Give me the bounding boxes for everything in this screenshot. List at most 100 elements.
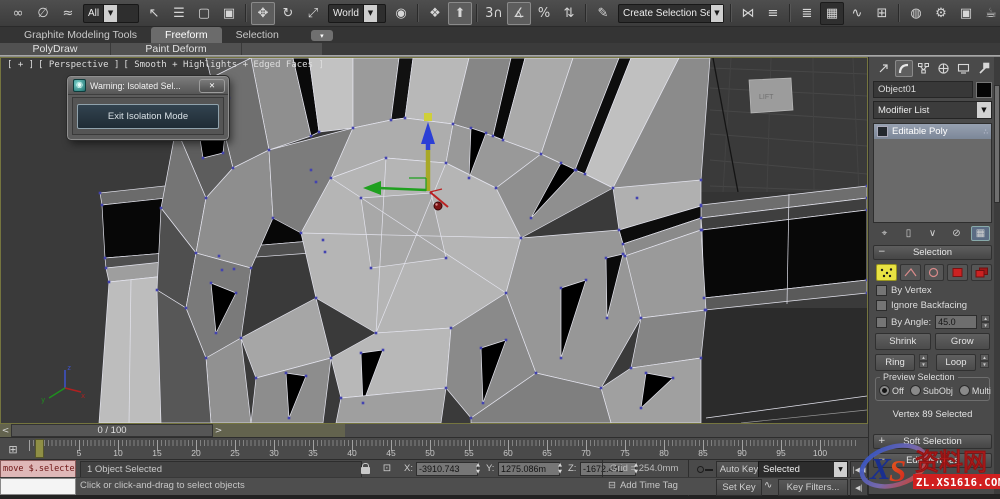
mesh-vertex[interactable] <box>231 166 235 170</box>
mesh-vertex[interactable] <box>865 291 867 295</box>
modifier-stack[interactable]: Editable Poly ∴ <box>873 123 992 223</box>
exit-isolation-mode-button[interactable]: Exit Isolation Mode <box>77 103 219 129</box>
utilities-tab-icon[interactable] <box>974 60 992 77</box>
scrollbar-thumb[interactable] <box>994 85 1000 203</box>
mesh-vertex[interactable] <box>287 416 291 420</box>
ignore-backfacing-checkbox[interactable] <box>876 300 887 311</box>
mesh-vertex[interactable] <box>329 176 333 180</box>
angle-value-field[interactable]: 45.0 <box>935 315 978 329</box>
mesh-vertex[interactable] <box>699 178 703 182</box>
mesh-vertex[interactable] <box>204 356 208 360</box>
mirror-icon[interactable]: ⋈ <box>736 2 760 25</box>
mesh-vertex[interactable] <box>702 296 706 300</box>
set-keys-icon[interactable] <box>697 466 713 474</box>
create-tab-icon[interactable] <box>875 60 893 77</box>
subtab-polydraw[interactable]: PolyDraw <box>0 43 111 55</box>
viewport-menu-plus[interactable]: [ + ] <box>7 60 34 70</box>
mesh-vertex[interactable] <box>194 251 198 255</box>
mesh-vertex[interactable] <box>479 346 483 350</box>
keyboard-shortcut-override-icon[interactable]: ⬆ <box>448 1 472 25</box>
mesh-vertex[interactable] <box>444 256 448 260</box>
mesh-vertex[interactable] <box>100 203 104 207</box>
mesh-vertex[interactable] <box>699 356 703 360</box>
mesh-vertex[interactable] <box>221 151 225 155</box>
viewport-menu-view[interactable]: [ Perspective ] <box>38 60 119 70</box>
mesh-vertex[interactable] <box>599 386 603 390</box>
x-coord-field[interactable]: -3910.743 <box>416 462 478 476</box>
reference-coordinate-dropdown[interactable]: World ▼ <box>328 3 386 23</box>
mesh-vertex[interactable] <box>239 336 243 340</box>
percent-snap-icon[interactable]: % <box>532 2 556 25</box>
mesh-vertex[interactable] <box>584 278 588 282</box>
mesh-vertex[interactable] <box>284 371 288 375</box>
perspective-viewport[interactable]: LIFT z x y [+] [Perspective] [Smoot… <box>0 57 868 424</box>
x-spinner[interactable]: ▲ ▼ <box>474 462 482 476</box>
preview-off-radio[interactable] <box>879 385 890 396</box>
mesh-vertex[interactable] <box>204 196 208 200</box>
shrink-button[interactable]: Shrink <box>875 333 931 350</box>
panel-scrollbar[interactable] <box>994 57 1000 494</box>
hierarchy-tab-icon[interactable] <box>915 60 933 77</box>
ribbon-tab-graphite[interactable]: Graphite Modeling Tools <box>10 27 151 43</box>
object-name-field[interactable]: Object01 <box>873 81 973 98</box>
maxscript-listener-input[interactable] <box>0 478 76 495</box>
mesh-vertex[interactable] <box>451 122 455 126</box>
mesh-vertex[interactable] <box>467 176 471 180</box>
mesh-vertex[interactable] <box>369 266 373 270</box>
mesh-vertex[interactable] <box>159 206 163 210</box>
mesh-vertex[interactable] <box>699 216 703 220</box>
track-bar-ruler[interactable]: 5 10 15 20 25 30 35 40 45 50 55 60 65 70 75 80 85 90 95 100 <box>28 438 858 460</box>
select-and-move-icon[interactable]: ✥ <box>251 1 275 25</box>
mesh-vertex[interactable] <box>267 148 271 152</box>
ribbon-tab-freeform[interactable]: Freeform <box>151 27 222 43</box>
mesh-vertex[interactable] <box>621 242 625 246</box>
mesh-vertex[interactable] <box>201 156 205 160</box>
align-icon[interactable]: ≡ <box>761 2 785 25</box>
border-mode-button[interactable] <box>923 264 945 281</box>
mesh-vertex[interactable] <box>644 371 648 375</box>
pin-stack-icon[interactable]: ⌖ <box>875 226 894 241</box>
render-production-icon[interactable]: ☕ <box>979 2 1000 25</box>
mesh-vertex[interactable] <box>605 316 609 320</box>
absolute-mode-toggle[interactable]: ⊡ <box>378 461 396 476</box>
mesh-vertex[interactable] <box>865 278 867 282</box>
show-end-result-icon[interactable]: ▯ <box>899 226 918 241</box>
remove-modifier-icon[interactable]: ⊘ <box>947 226 966 241</box>
ring-button[interactable]: Ring <box>875 354 915 371</box>
mesh-vertex[interactable] <box>359 351 363 355</box>
viewport-menu-shading[interactable]: [ Smooth + Highlights + Edged Faces ] <box>123 60 323 70</box>
polygon-mode-button[interactable] <box>947 264 969 281</box>
mesh-vertex[interactable] <box>339 396 343 400</box>
mesh-vertex[interactable] <box>539 152 543 156</box>
mesh-vertex[interactable] <box>629 366 633 370</box>
curve-editor-icon[interactable]: ∿ <box>845 2 869 25</box>
modifier-list-dropdown[interactable]: Modifier List ▼ <box>873 101 992 119</box>
grow-button[interactable]: Grow <box>934 333 990 350</box>
mesh-vertex[interactable] <box>481 401 485 405</box>
bind-to-space-warp-icon[interactable]: ≈ <box>56 2 80 25</box>
y-spinner[interactable]: ▲ ▼ <box>556 462 564 476</box>
mesh-vertex[interactable] <box>234 291 238 295</box>
mesh-vertex[interactable] <box>504 338 508 342</box>
mesh-vertex[interactable] <box>494 186 498 190</box>
by-angle-checkbox[interactable] <box>876 316 887 328</box>
time-slider-handle[interactable] <box>35 439 44 458</box>
chevron-down-icon[interactable]: ▼ <box>977 102 991 118</box>
mesh-vertex[interactable] <box>865 184 867 188</box>
loop-spinner[interactable]: ▲ ▼ <box>980 354 989 368</box>
mesh-vertex[interactable] <box>361 401 365 405</box>
mesh-vertex[interactable] <box>559 161 563 165</box>
select-and-scale-icon[interactable]: ⤢ <box>301 2 325 25</box>
key-mode-dropdown[interactable]: Selected ▼ <box>758 461 848 478</box>
motion-tab-icon[interactable] <box>935 60 953 77</box>
use-pivot-point-icon[interactable]: ◉ <box>389 2 413 25</box>
chevron-down-icon[interactable]: ▼ <box>103 4 118 22</box>
mesh-vertex[interactable] <box>321 238 325 242</box>
by-vertex-checkbox[interactable] <box>876 285 887 296</box>
stack-item-editable-poly[interactable]: Editable Poly ∴ <box>874 124 991 139</box>
make-unique-icon[interactable]: ∨ <box>923 226 942 241</box>
graphite-ribbon-toggle-icon[interactable]: ▦ <box>820 1 844 25</box>
rendered-frame-icon[interactable]: ▣ <box>954 2 978 25</box>
chevron-down-icon[interactable]: ▼ <box>709 4 723 22</box>
mesh-vertex[interactable] <box>403 116 407 120</box>
